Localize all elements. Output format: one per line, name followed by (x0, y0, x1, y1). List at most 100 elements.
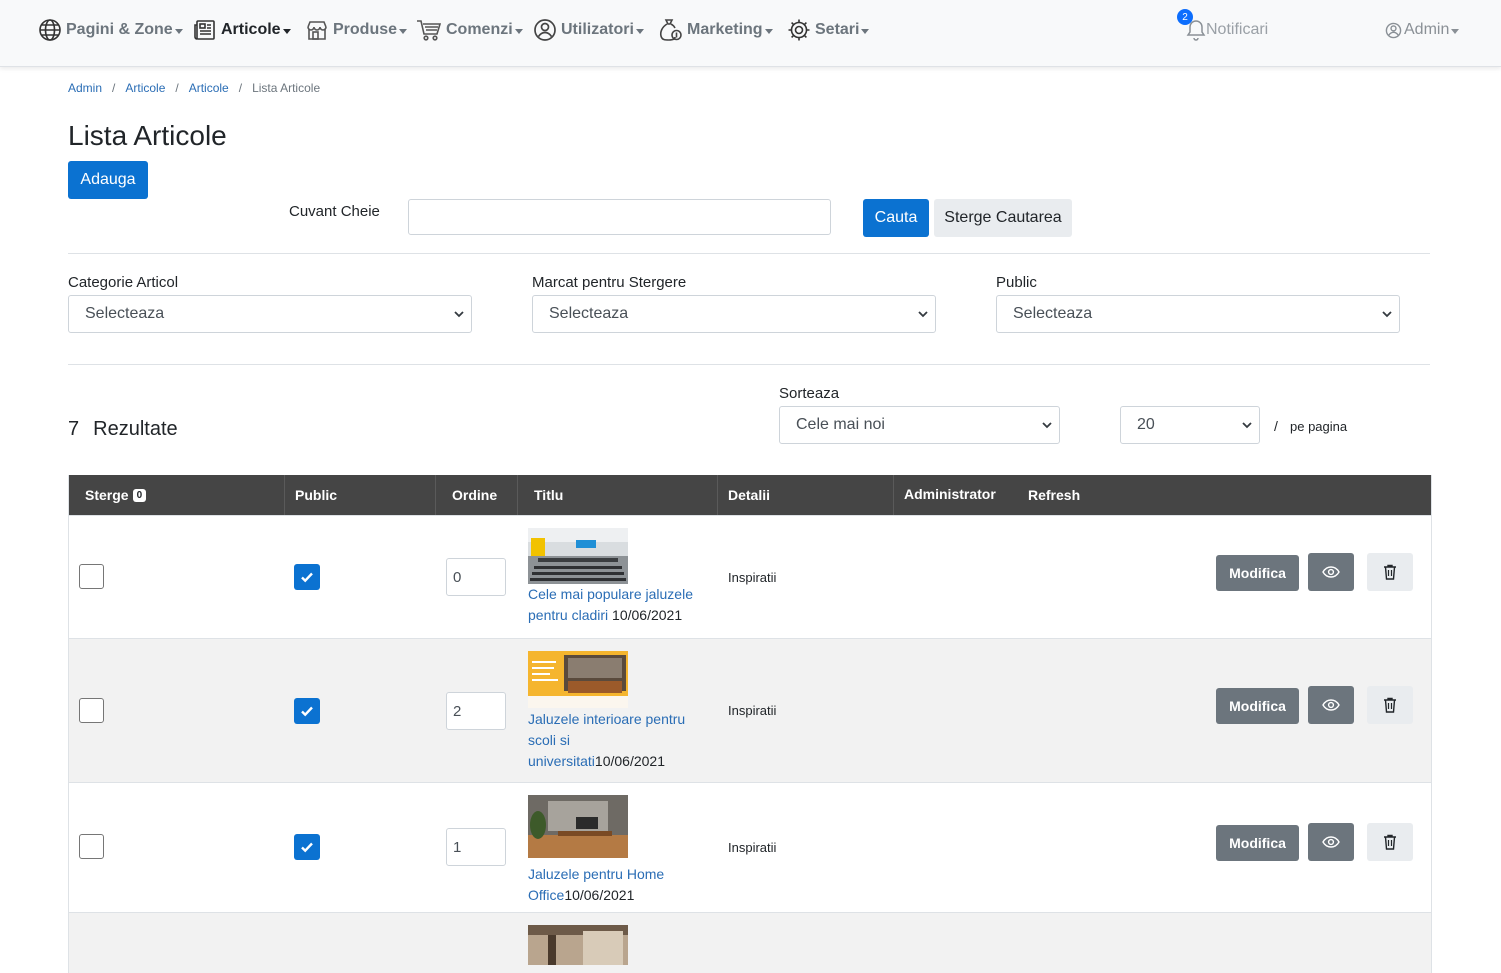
order-input[interactable]: 1 (446, 828, 506, 866)
edit-button[interactable]: Modifica (1216, 825, 1299, 861)
breadcrumb-articole-2[interactable]: Articole (189, 81, 229, 95)
marked-for-deletion-select[interactable]: Selecteaza (532, 295, 936, 333)
article-title-cell: Jaluzele interioare pentru scoli si univ… (528, 709, 708, 772)
header-refresh[interactable]: Refresh (1012, 475, 1112, 515)
delete-checkbox[interactable] (79, 698, 104, 723)
article-thumbnail[interactable] (528, 528, 628, 584)
nav-comenzi[interactable]: Comenzi (416, 17, 523, 43)
cart-icon (417, 20, 442, 41)
nav-label: Marketing (687, 21, 763, 38)
globe-icon (39, 19, 61, 41)
divider (68, 253, 1430, 254)
admin-label: Admin (1404, 21, 1450, 38)
marked-select-value: Selecteaza (549, 305, 629, 322)
delete-count-badge: 0 (132, 488, 147, 502)
public-checkbox[interactable] (294, 834, 320, 860)
search-button[interactable]: Cauta (863, 199, 929, 237)
delete-checkbox[interactable] (79, 564, 104, 589)
delete-button[interactable] (1367, 823, 1413, 861)
breadcrumb: Admin / Articole / Articole / Lista Arti… (68, 81, 321, 95)
view-button[interactable] (1308, 823, 1354, 861)
chevron-down-icon (1242, 422, 1252, 429)
chevron-down-icon (1042, 422, 1052, 429)
public-select[interactable]: Selecteaza (996, 295, 1400, 333)
nav-marketing[interactable]: Marketing (657, 17, 773, 43)
article-thumbnail[interactable] (528, 795, 628, 858)
order-input[interactable]: 2 (446, 692, 506, 730)
table-row (69, 912, 1431, 973)
edit-button[interactable]: Modifica (1216, 555, 1299, 591)
trash-icon (1384, 564, 1396, 580)
table-row: 0 Cele mai populare jaluzele pentru clad… (69, 515, 1431, 638)
view-button[interactable] (1308, 686, 1354, 724)
public-checkbox[interactable] (294, 698, 320, 724)
shop-icon (307, 21, 327, 40)
sort-select[interactable]: Cele mai noi (779, 406, 1060, 444)
article-thumbnail[interactable] (528, 925, 628, 965)
marked-for-deletion-label: Marcat pentru Stergere (532, 274, 687, 291)
gear-icon (788, 19, 810, 41)
nav-articole[interactable]: Articole (193, 17, 291, 43)
results-count: 7 Rezultate (68, 418, 178, 441)
articles-table: Sterge 0 Public Ordine Titlu Detalii Adm… (68, 475, 1432, 973)
public-label: Public (996, 274, 1037, 291)
category-select[interactable]: Selecteaza (68, 295, 472, 333)
table-header: Sterge 0 Public Ordine Titlu Detalii Adm… (69, 475, 1431, 515)
eye-icon (1322, 566, 1340, 578)
trash-icon (1384, 697, 1396, 713)
view-button[interactable] (1308, 553, 1354, 591)
nav-pagini-zone[interactable]: Pagini & Zone (38, 17, 183, 43)
header-public: Public (285, 475, 436, 515)
keyword-input[interactable] (408, 199, 831, 235)
admin-menu[interactable]: Admin (1385, 17, 1460, 43)
nav-utilizatori[interactable]: Utilizatori (533, 17, 644, 43)
article-title-cell: Cele mai populare jaluzele pentru cladir… (528, 584, 708, 626)
delete-checkbox[interactable] (79, 834, 104, 859)
article-date: 10/06/2021 (564, 887, 635, 903)
header-delete-label: Sterge (85, 487, 129, 503)
article-thumbnail[interactable] (528, 651, 628, 708)
eye-icon (1322, 699, 1340, 711)
public-checkbox[interactable] (294, 564, 320, 590)
table-row: 1 Jaluzele pentru Home Office10/06/2021 … (69, 782, 1431, 912)
order-input[interactable]: 0 (446, 558, 506, 596)
results-number: 7 (68, 418, 80, 440)
eye-icon (1322, 836, 1340, 848)
article-category: Inspiratii (728, 840, 777, 855)
keyword-label: Cuvant Cheie (289, 203, 380, 220)
nav-produse[interactable]: Produse (305, 17, 408, 43)
article-date: 10/06/2021 (612, 607, 683, 623)
clear-search-button[interactable]: Sterge Cautarea (934, 199, 1072, 237)
notifications-button[interactable]: Notificari (1186, 17, 1268, 43)
sort-select-value: Cele mai noi (796, 416, 885, 433)
nav-label: Pagini & Zone (66, 21, 173, 38)
per-page-value: 20 (1137, 416, 1155, 433)
user-circle-icon (1385, 22, 1402, 38)
add-button[interactable]: Adauga (68, 161, 148, 199)
delete-button[interactable] (1367, 553, 1413, 591)
breadcrumb-articole[interactable]: Articole (125, 81, 165, 95)
header-order: Ordine (436, 475, 518, 515)
results-label: Rezultate (93, 418, 178, 440)
money-bag-icon (659, 19, 682, 41)
nav-label: Articole (221, 21, 281, 38)
nav-label: Utilizatori (561, 21, 634, 38)
sort-label: Sorteaza (779, 385, 840, 402)
per-page-label: pe pagina (1290, 419, 1348, 434)
page-title: Lista Articole (68, 120, 227, 151)
category-label: Categorie Articol (68, 274, 179, 291)
bell-icon (1186, 20, 1206, 41)
nav-setari[interactable]: Setari (787, 17, 870, 43)
article-date: 10/06/2021 (594, 753, 665, 769)
delete-button[interactable] (1367, 686, 1413, 724)
per-page-select[interactable]: 20 (1120, 406, 1260, 444)
breadcrumb-admin[interactable]: Admin (68, 81, 102, 95)
trash-icon (1384, 834, 1396, 850)
notifications-label: Notificari (1206, 21, 1269, 38)
top-navbar: Pagini & Zone Articole Produse Comenzi U… (0, 0, 1501, 67)
chevron-down-icon (918, 311, 928, 318)
article-category: Inspiratii (728, 570, 777, 585)
check-icon (301, 706, 313, 717)
edit-button[interactable]: Modifica (1216, 688, 1299, 724)
nav-label: Setari (815, 21, 860, 38)
